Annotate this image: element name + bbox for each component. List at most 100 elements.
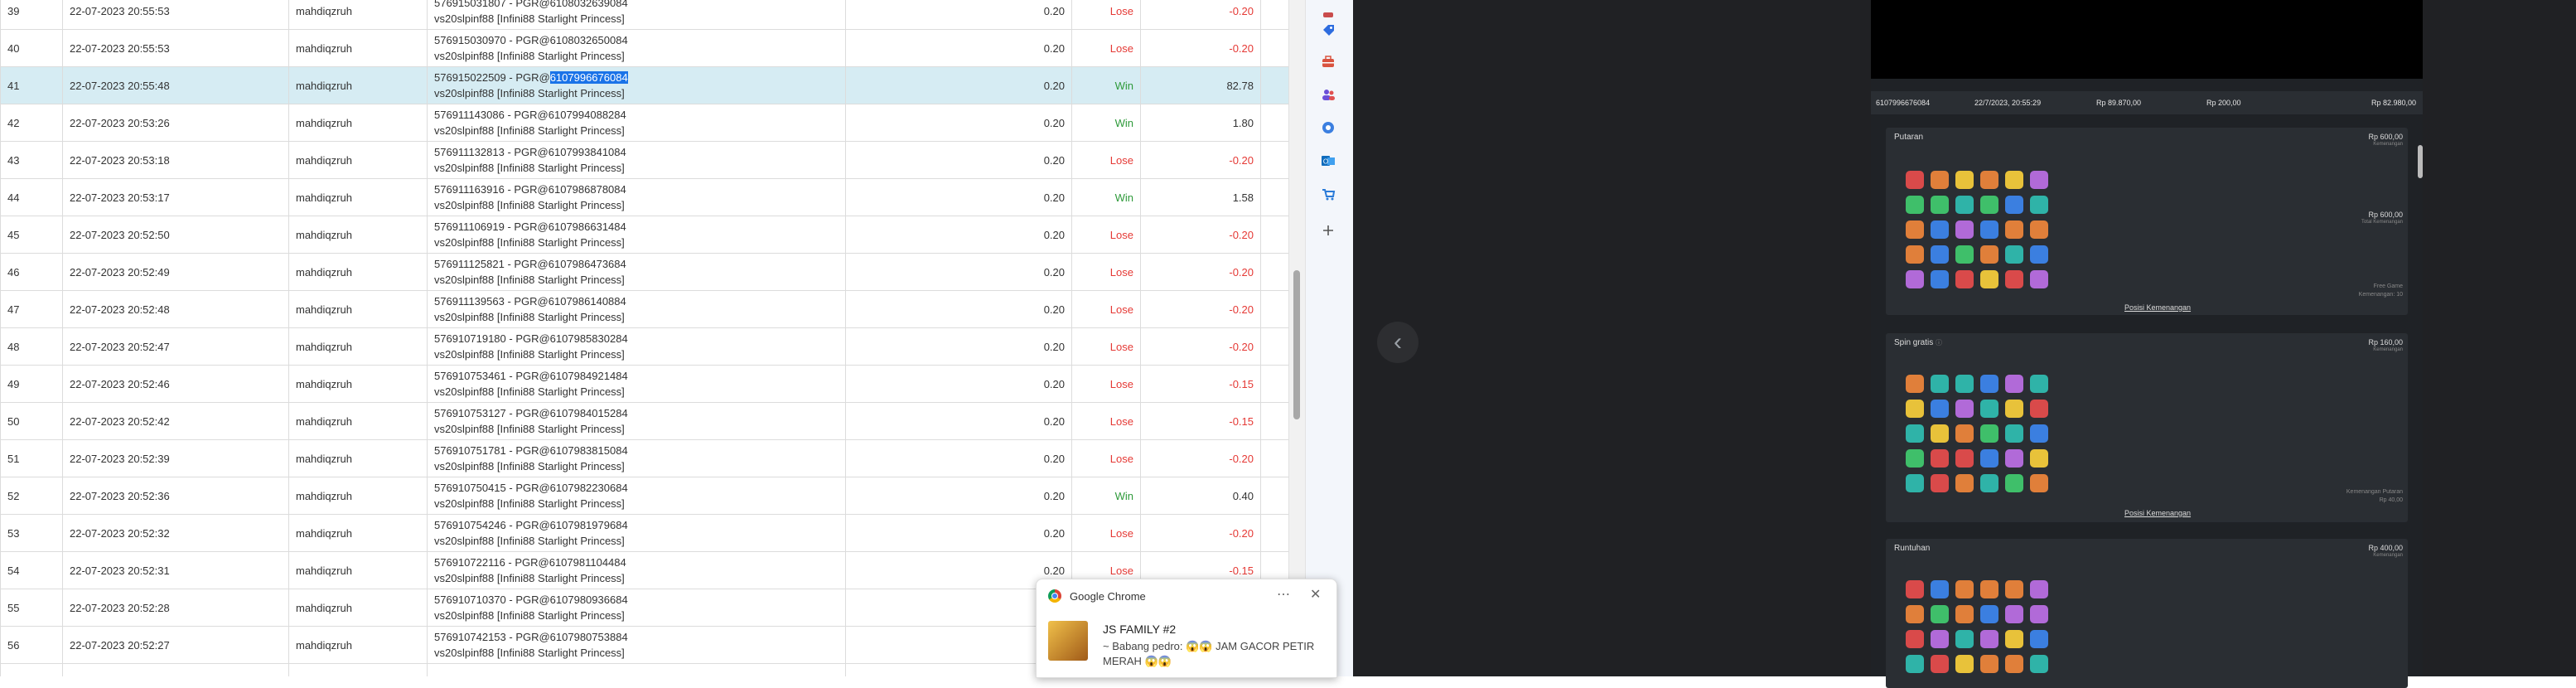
row-date: 22-07-2023 20:52:42 [62,402,289,440]
transaction-id: 576911132813 - PGR@6107993841084 [434,146,626,158]
tag-icon[interactable] [1318,20,1338,40]
slot-symbol [2005,171,2023,189]
symbol-grid [1902,167,2052,292]
spin-win-label: Kemenangan Putaran [2346,489,2403,495]
row-date: 22-07-2023 20:52:46 [62,365,289,403]
chrome-notification[interactable]: Google Chrome ⋯ ✕ JS FAMILY #2 ~ Babang … [1036,579,1337,678]
row-amount: -0.20 [1140,29,1261,67]
round-stake: Rp 200,00 [2206,99,2241,107]
row-username: mahdiqzruh [288,29,428,67]
row-date: 22-07-2023 20:52:47 [62,327,289,366]
table-row[interactable]: 48 22-07-2023 20:52:47 mahdiqzruh 576910719… [0,327,1305,366]
slot-symbol [1980,245,1998,264]
notification-title: JS FAMILY #2 [1103,623,1177,636]
row-date: 22-07-2023 20:52:32 [62,514,289,552]
row-amount: -0.20 [1140,327,1261,366]
slot-symbol [1955,655,1974,673]
row-result: Lose [1071,253,1141,291]
slot-symbol [1980,171,1998,189]
game-name: vs20slpinf88 [Infini88 Starlight Princes… [434,87,625,99]
game-top-black-area [1871,0,2423,79]
table-row[interactable]: 53 22-07-2023 20:52:32 mahdiqzruh 576910754… [0,514,1305,552]
plus-icon[interactable] [1318,220,1338,240]
slot-symbol [1980,375,1998,393]
row-username: mahdiqzruh [288,0,428,30]
game-name: vs20slpinf88 [Infini88 Starlight Princes… [434,385,625,398]
row-bet: 0.20 [845,29,1072,67]
row-date: 22-07-2023 20:53:17 [62,178,289,216]
table-row[interactable]: 45 22-07-2023 20:52:50 mahdiqzruh 576911106… [0,216,1305,254]
table-row[interactable]: 39 22-07-2023 20:55:53 mahdiqzruh 576915031… [0,0,1305,30]
row-transaction: 576910754246 - PGR@6107981979684 vs20slpi… [427,514,846,552]
row-amount: 82.78 [1140,66,1261,104]
section-amount: Rp 600,00 [2368,133,2403,141]
transaction-id: 576910719180 - PGR@6107985830284 [434,332,628,345]
row-username: mahdiqzruh [288,66,428,104]
row-bet: 0.20 [845,402,1072,440]
row-username: mahdiqzruh [288,253,428,291]
table-row[interactable]: 43 22-07-2023 20:53:18 mahdiqzruh 576911132… [0,141,1305,179]
round-date: 22/7/2023, 20:55:29 [1974,99,2042,107]
win-position-link[interactable]: Posisi Kemenangan [2124,303,2191,312]
previous-image-button[interactable]: ‹ [1377,322,1418,363]
table-row[interactable]: 52 22-07-2023 20:52:36 mahdiqzruh 576910750… [0,477,1305,515]
vertical-scrollbar[interactable] [1288,0,1305,676]
row-result: Win [1071,477,1141,515]
transaction-id: 576915022509 - PGR@ [434,71,550,84]
win-position-link[interactable]: Posisi Kemenangan [2124,509,2191,517]
table-row[interactable]: 42 22-07-2023 20:53:26 mahdiqzruh 576911143… [0,104,1305,142]
table-row[interactable]: 46 22-07-2023 20:52:49 mahdiqzruh 576911125… [0,253,1305,291]
people-icon[interactable] [1318,85,1338,104]
row-username: mahdiqzruh [288,327,428,366]
table-row[interactable]: 47 22-07-2023 20:52:48 mahdiqzruh 576911139… [0,290,1305,328]
section-amount-label: Kemenangan [2373,553,2403,558]
game-name: vs20slpinf88 [Infini88 Starlight Princes… [434,12,625,25]
slot-symbol [2005,196,2023,214]
row-username: mahdiqzruh [288,216,428,254]
game-history-panel: 6107996676084 22/7/2023, 20:55:29 Rp 89.… [1871,0,2423,688]
slot-symbol [1980,196,1998,214]
slot-symbol [2005,449,2023,468]
slot-symbol [2030,245,2048,264]
scrollbar-thumb[interactable] [1293,270,1300,419]
gear-icon[interactable] [1318,118,1338,138]
table-row[interactable]: 51 22-07-2023 20:52:39 mahdiqzruh 576910751… [0,439,1305,477]
slot-symbol [1955,580,1974,598]
row-username: mahdiqzruh [288,402,428,440]
row-amount: -0.20 [1140,439,1261,477]
game-name: vs20slpinf88 [Infini88 Starlight Princes… [434,311,625,323]
slot-symbol [1931,424,1949,443]
slot-symbol [1980,605,1998,623]
game-name: vs20slpinf88 [Infini88 Starlight Princes… [434,535,625,547]
table-row[interactable]: 50 22-07-2023 20:52:42 mahdiqzruh 576910753… [0,402,1305,440]
table-row[interactable]: 49 22-07-2023 20:52:46 mahdiqzruh 576910753… [0,365,1305,403]
outlook-icon[interactable]: O [1318,151,1338,171]
slot-symbol [1980,270,1998,288]
table-row[interactable]: 44 22-07-2023 20:53:17 mahdiqzruh 576911163… [0,178,1305,216]
row-username: mahdiqzruh [288,514,428,552]
row-date: 22-07-2023 20:52:27 [62,626,289,664]
row-amount: -0.20 [1140,141,1261,179]
close-icon[interactable]: ✕ [1310,586,1321,603]
round-balance: Rp 89.870,00 [2096,99,2142,107]
row-number: 47 [0,290,63,328]
slot-symbol [2005,580,2023,598]
more-options-icon[interactable]: ⋯ [1277,586,1290,603]
toolbox-icon[interactable] [1318,51,1338,71]
table-row[interactable]: 41 22-07-2023 20:55:48 mahdiqzruh 576915022… [0,66,1305,104]
game-panel-scrollbar[interactable] [2418,145,2423,178]
table-row[interactable]: 40 22-07-2023 20:55:53 mahdiqzruh 576915030… [0,29,1305,67]
row-transaction: 576910722116 - PGR@6107981104484 vs20slpi… [427,551,846,589]
transaction-id: 576910722116 - PGR@6107981104484 [434,556,626,569]
transaction-id: 576911125821 - PGR@6107986473684 [434,258,626,270]
cart-icon[interactable] [1318,184,1338,204]
svg-text:O: O [1323,158,1328,166]
row-transaction: 576911139563 - PGR@6107986140884 vs20slpi… [427,290,846,328]
row-bet: 0.20 [845,253,1072,291]
row-username: mahdiqzruh [288,439,428,477]
game-name: vs20slpinf88 [Infini88 Starlight Princes… [434,423,625,435]
slot-symbol [1980,655,1998,673]
bet-history-table: 39 22-07-2023 20:55:53 mahdiqzruh 576915031… [0,0,1305,676]
slot-symbol [1980,474,1998,492]
row-date: 22-07-2023 20:53:26 [62,104,289,142]
